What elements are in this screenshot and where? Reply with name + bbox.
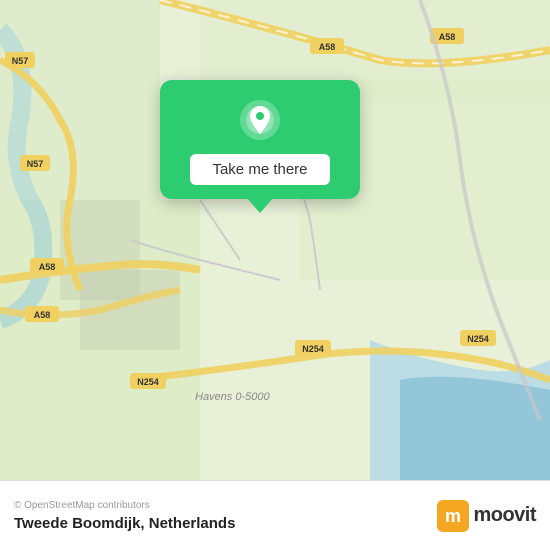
svg-text:Havens 0-5000: Havens 0-5000	[195, 391, 270, 403]
svg-text:N57: N57	[12, 56, 29, 66]
svg-text:A58: A58	[34, 310, 51, 320]
location-name: Tweede Boomdijk, Netherlands	[14, 515, 235, 532]
footer-left: © OpenStreetMap contributors Tweede Boom…	[14, 500, 235, 532]
moovit-logo: m moovit	[437, 500, 536, 532]
moovit-icon: m	[437, 500, 469, 532]
svg-text:N254: N254	[467, 334, 489, 344]
location-pin-icon	[238, 98, 282, 142]
popup-card: Take me there	[160, 80, 360, 199]
svg-text:N254: N254	[302, 344, 324, 354]
svg-text:m: m	[445, 506, 461, 526]
svg-text:N254: N254	[137, 377, 159, 387]
svg-text:A58: A58	[439, 32, 456, 42]
footer: © OpenStreetMap contributors Tweede Boom…	[0, 480, 550, 550]
moovit-text: moovit	[473, 504, 536, 527]
svg-text:N57: N57	[27, 159, 44, 169]
map: A58 A58 N57 N57 A58 A58 N254 N254 N254 H…	[0, 0, 550, 480]
attribution: © OpenStreetMap contributors	[14, 500, 235, 511]
take-me-there-button[interactable]: Take me there	[190, 154, 329, 185]
svg-text:A58: A58	[39, 262, 56, 272]
svg-text:A58: A58	[319, 42, 336, 52]
